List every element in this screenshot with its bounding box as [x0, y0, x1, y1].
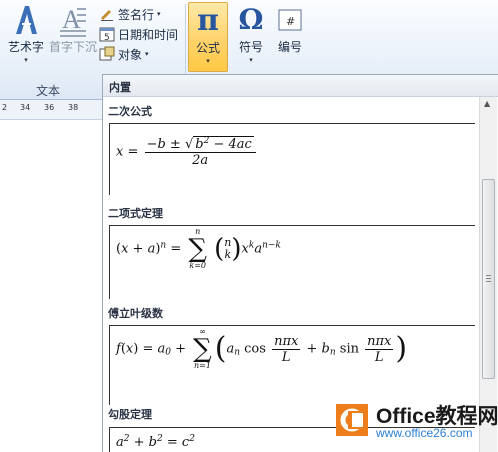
text-small-buttons: 签名行 ▾ 5 日期和时间 对象 ▾	[99, 4, 185, 64]
object-label: 对象	[118, 47, 143, 62]
symbol-button[interactable]: Ω 符号 ▾	[232, 2, 270, 64]
group-label-text: 文本	[36, 84, 61, 98]
number-icon: #	[278, 9, 302, 31]
office-logo-icon	[336, 404, 368, 436]
datetime-label: 日期和时间	[118, 27, 179, 42]
chevron-down-icon: ▾	[24, 56, 28, 64]
dropcap-button[interactable]: A 首字下沉	[48, 2, 98, 55]
binomial-theorem-item[interactable]: (x + a)n = n ∑ k=0 (n k) xkan−k	[109, 225, 475, 299]
office26-watermark: Office教程网 www.office26.com	[330, 398, 498, 452]
scroll-grip	[486, 281, 491, 282]
wordart-label: 艺术字	[7, 40, 44, 54]
signature-icon	[99, 6, 115, 22]
equation-title: 二次公式	[108, 105, 152, 118]
scroll-grip	[486, 278, 491, 279]
scroll-thumb[interactable]	[482, 179, 495, 379]
chevron-down-icon: ▾	[206, 57, 210, 65]
equation-title: 二项式定理	[108, 207, 163, 220]
ruler-tick: 38	[68, 103, 79, 112]
equation-gallery: 内置 二次公式 x = −b ± √ b2 − 4ac 2a 二项式定理 (x +…	[102, 74, 498, 452]
calendar-icon: 5	[99, 26, 115, 43]
chevron-down-icon: ▾	[157, 10, 161, 18]
symbol-label: 符号	[238, 40, 263, 54]
equation-title: 傅立叶级数	[108, 307, 163, 320]
horizontal-ruler[interactable]: 2 34 36 38	[0, 100, 102, 120]
signature-line-label: 签名行	[118, 7, 155, 22]
equation-button[interactable]: π 公式 ▾	[188, 2, 228, 72]
dropcap-label: 首字下沉	[48, 40, 97, 54]
ruler-tick: 36	[44, 103, 55, 112]
equation-label: 公式	[195, 41, 220, 55]
omega-icon: Ω	[238, 3, 264, 36]
number-icon-glyph: #	[286, 15, 295, 28]
number-button[interactable]: # 编号	[272, 2, 308, 55]
calendar-icon-glyph: 5	[104, 33, 110, 42]
signature-line-button[interactable]: 签名行 ▾	[99, 4, 185, 24]
chevron-down-icon: ▾	[145, 50, 149, 58]
number-label: 编号	[277, 40, 302, 54]
object-button[interactable]: 对象 ▾	[99, 44, 185, 64]
chevron-down-icon: ▾	[249, 56, 253, 64]
object-icon	[99, 46, 115, 62]
ruler-tick: 2	[2, 103, 8, 112]
wordart-button[interactable]: 艺术字 ▾	[6, 2, 46, 64]
fourier-series-item[interactable]: f(x) = a0 + ∞ ∑ n=1 (an cos nπx L + bn sin n…	[109, 325, 475, 405]
wordart-icon	[16, 6, 37, 34]
quadratic-formula-item[interactable]: x = −b ± √ b2 − 4ac 2a	[109, 123, 475, 195]
document-area[interactable]	[0, 121, 102, 452]
gallery-header: 内置	[103, 75, 498, 97]
scroll-grip	[486, 275, 491, 276]
equation-title: 勾股定理	[108, 408, 152, 421]
ruler-tick: 34	[20, 103, 31, 112]
scroll-up-arrow-icon[interactable]: ▲	[484, 99, 490, 108]
watermark-url: www.office26.com	[376, 426, 473, 440]
dropcap-icon: A	[60, 5, 86, 37]
pi-icon: π	[197, 3, 219, 38]
datetime-button[interactable]: 5 日期和时间	[99, 24, 185, 44]
